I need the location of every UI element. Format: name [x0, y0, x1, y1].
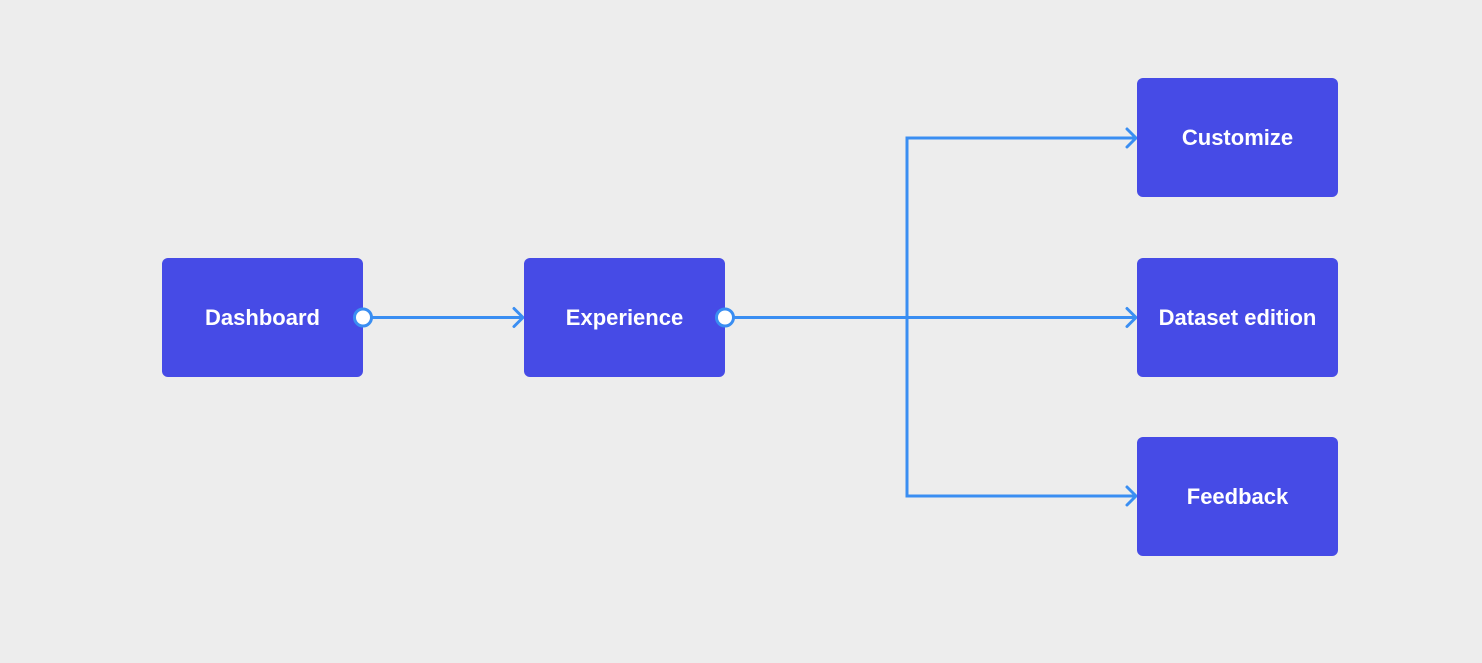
arrowhead-icon: [1125, 485, 1138, 507]
edge-experience-feedback: [905, 485, 1138, 507]
flow-diagram: Dashboard Experience Customize Dataset e…: [0, 0, 1482, 663]
edge-dashboard-experience: [363, 307, 525, 328]
arrowhead-icon: [512, 307, 525, 328]
arrowhead-icon: [1125, 127, 1138, 149]
arrowhead-icon: [1125, 307, 1138, 328]
node-label: Feedback: [1186, 483, 1289, 509]
edge-experience-dataset: [725, 307, 1138, 328]
node-dashboard[interactable]: Dashboard: [162, 258, 363, 377]
node-feedback[interactable]: Feedback: [1137, 437, 1338, 556]
node-experience[interactable]: Experience: [524, 258, 725, 377]
node-label: Customize: [1181, 124, 1294, 150]
edge-experience-customize: [905, 127, 1138, 149]
node-label: Experience: [565, 304, 684, 330]
node-label: Dataset edition: [1158, 304, 1317, 330]
node-label: Dashboard: [205, 304, 320, 330]
node-customize[interactable]: Customize: [1137, 78, 1338, 197]
node-dataset-edition[interactable]: Dataset edition: [1137, 258, 1338, 377]
